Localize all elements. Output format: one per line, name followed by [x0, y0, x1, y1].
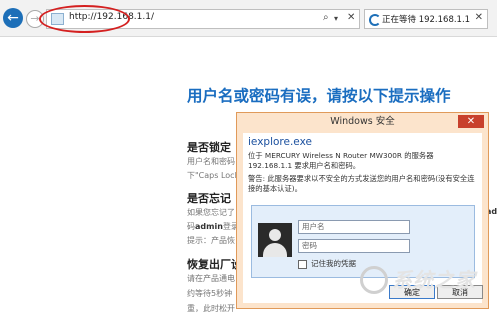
close-icon: ✕	[466, 116, 476, 127]
dialog-message: 位于 MERCURY Wireless N Router MW300R 的服务器…	[248, 151, 434, 170]
browser-tab[interactable]: 正在等待 192.168.1.1 ✕	[364, 9, 488, 29]
remember-credentials[interactable]: 记住我的凭据	[298, 258, 356, 269]
red-circle-annotation	[39, 5, 130, 33]
section-line: 下"Caps Lock	[187, 171, 240, 180]
dialog-title: Windows 安全	[330, 116, 395, 127]
tab-title: 正在等待 192.168.1.1	[382, 15, 471, 25]
section-line-mixed: 码admin登录	[187, 221, 239, 232]
section-title-reset: 恢复出厂设	[187, 258, 242, 271]
tab-close-icon[interactable]: ✕	[475, 12, 483, 23]
section-title-locked: 是否锁定	[187, 141, 231, 154]
close-icon[interactable]: ✕	[347, 12, 355, 23]
watermark-text: 系统之家	[392, 268, 476, 292]
page-headline: 用户名或密码有误，请按以下提示操作	[187, 87, 451, 105]
dialog-app-name: iexplore.exe	[248, 136, 312, 148]
dialog-warning: 警告: 此服务器要求以不安全的方式发送您的用户名和密码(没有安全连接的基本认证)…	[248, 174, 475, 193]
remember-checkbox[interactable]	[298, 259, 307, 269]
section-line: 约等待5秒钟	[187, 289, 233, 298]
password-field[interactable]: 密码	[298, 239, 410, 253]
back-button[interactable]: ←	[3, 8, 23, 28]
section-line: 如果您忘记了	[187, 208, 235, 217]
loading-spinner-icon	[369, 14, 381, 26]
user-avatar-icon	[258, 223, 292, 257]
search-icon[interactable]: ⌕	[323, 12, 329, 23]
watermark-logo-icon	[360, 266, 388, 294]
section-title-forgot: 是否忘记	[187, 192, 231, 205]
admin-text: admin	[195, 222, 223, 231]
watermark: 系统之家	[360, 262, 490, 302]
section-line: 提示：产品恢	[187, 236, 235, 245]
section-line: 请在产品通电	[187, 274, 235, 283]
section-line: 用户名和密码	[187, 157, 235, 166]
arrow-left-icon: ←	[7, 10, 19, 26]
section-line: 重，此时松开	[187, 304, 235, 313]
username-field[interactable]: 用户名	[298, 220, 410, 234]
section-text: 码	[187, 222, 195, 231]
remember-label: 记住我的凭据	[311, 259, 356, 268]
chevron-down-icon[interactable]: ▾	[334, 14, 338, 23]
dialog-close-button[interactable]: ✕	[458, 115, 484, 128]
